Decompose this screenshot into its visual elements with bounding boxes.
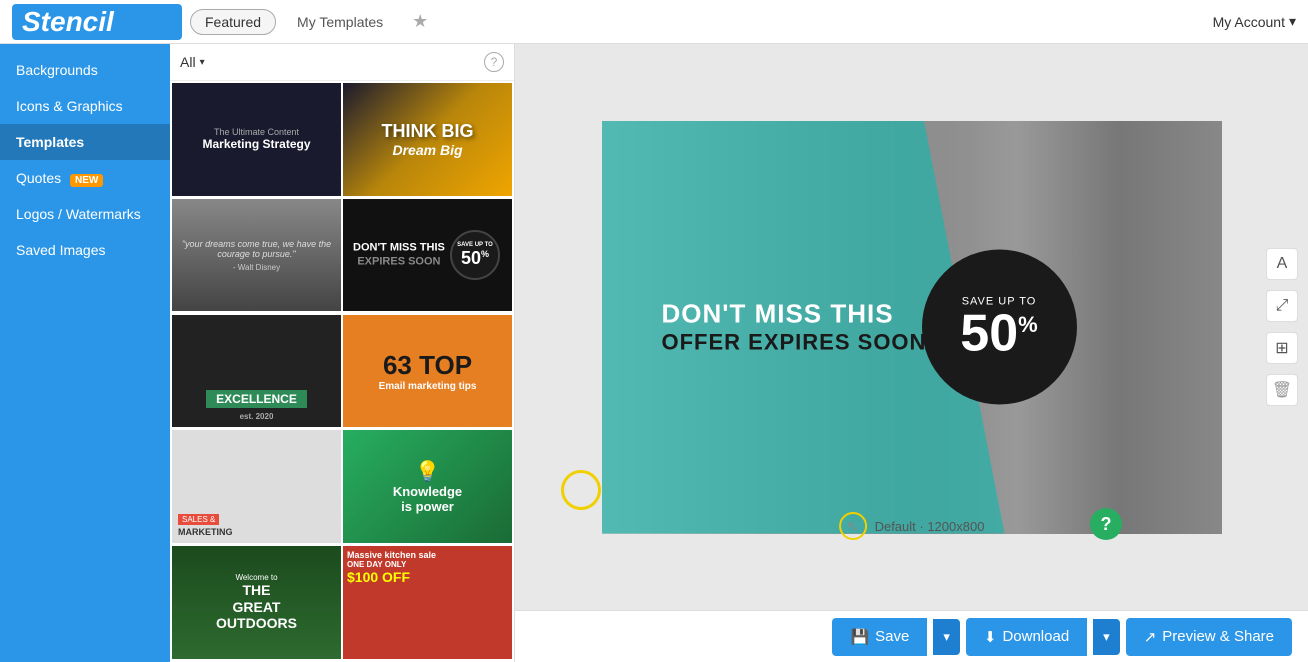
template-thumb-10[interactable]: Massive kitchen sale ONE DAY ONLY $100 O… [343, 546, 512, 659]
template-thumb-2[interactable]: THINK BIG Dream Big [343, 83, 512, 196]
download-icon: ⬇ [984, 628, 997, 646]
right-toolbar: A ⤢ ⊞ 🗑 [1266, 248, 1298, 406]
canvas-size-label: Default · 1200x800 [875, 519, 985, 534]
help-bubble[interactable]: ? [1090, 508, 1122, 540]
save-icon: 💾 [850, 628, 869, 646]
download-label: Download [1002, 628, 1069, 645]
template-thumb-6[interactable]: 63 TOP Email marketing tips [343, 315, 512, 428]
sidebar-item-saved-images[interactable]: Saved Images [0, 232, 170, 268]
save-label: Save [875, 628, 909, 645]
canvas-preview: DON'T MISS THIS OFFER EXPIRES SOON SAVE … [602, 121, 1222, 534]
template-grid: The Ultimate Content Marketing Strategy … [170, 81, 514, 662]
grid-tool-button[interactable]: ⊞ [1266, 332, 1298, 364]
sidebar-item-backgrounds[interactable]: Backgrounds [0, 52, 170, 88]
quotes-label: Quotes [16, 170, 61, 186]
canvas-text-line2: OFFER EXPIRES SOON [662, 330, 927, 356]
star-icon[interactable]: ★ [412, 11, 428, 32]
save-dropdown-button[interactable]: ▾ [933, 619, 960, 655]
canvas-text-line1: DON'T MISS THIS [662, 299, 927, 330]
template-thumb-7[interactable]: SALES & MARKETING [172, 430, 341, 543]
sidebar-item-templates[interactable]: Templates [0, 124, 170, 160]
download-button[interactable]: ⬇ Download [966, 618, 1087, 656]
panel-help-icon[interactable]: ? [484, 52, 504, 72]
main-layout: Backgrounds Icons & Graphics Templates Q… [0, 44, 1308, 662]
canvas-container[interactable]: DON'T MISS THIS OFFER EXPIRES SOON SAVE … [515, 44, 1308, 610]
sidebar-item-logos-watermarks[interactable]: Logos / Watermarks [0, 196, 170, 232]
sidebar-item-quotes[interactable]: Quotes NEW [0, 160, 170, 196]
canvas-info-label: ↖ Default · 1200x800 [839, 512, 985, 540]
filter-label: All [180, 54, 196, 70]
template-panel: All ▾ ? The Ultimate Content Marketing S… [170, 44, 515, 662]
save-button[interactable]: 💾 Save [832, 618, 927, 656]
filter-chevron-icon: ▾ [200, 57, 205, 68]
sidebar: Backgrounds Icons & Graphics Templates Q… [0, 44, 170, 662]
bottom-toolbar: 💾 Save ▾ ⬇ Download ▾ ↗ Preview & Share [515, 610, 1308, 662]
new-badge: NEW [70, 174, 103, 187]
my-account-label: My Account [1213, 14, 1285, 30]
my-account[interactable]: My Account ▾ [1213, 13, 1296, 30]
template-thumb-1[interactable]: The Ultimate Content Marketing Strategy [172, 83, 341, 196]
template-thumb-5[interactable]: EXCELLENCE est. 2020 [172, 315, 341, 428]
panel-filter-bar: All ▾ ? [170, 44, 514, 81]
top-bar: Stencil Featured My Templates ★ My Accou… [0, 0, 1308, 44]
chevron-down-icon: ▾ [1289, 13, 1296, 30]
tab-featured[interactable]: Featured [190, 9, 276, 35]
delete-tool-button[interactable]: 🗑 [1266, 374, 1298, 406]
preview-label: Preview & Share [1162, 628, 1274, 645]
preview-icon: ↗ [1144, 628, 1157, 646]
top-tabs: Featured My Templates ★ [190, 9, 1213, 35]
cursor-indicator [561, 470, 601, 510]
download-dropdown-button[interactable]: ▾ [1093, 619, 1120, 655]
filter-select[interactable]: All ▾ [180, 54, 205, 70]
canvas-main-text: DON'T MISS THIS OFFER EXPIRES SOON [662, 299, 927, 356]
expand-tool-button[interactable]: ⤢ [1266, 290, 1298, 322]
preview-share-button[interactable]: ↗ Preview & Share [1126, 618, 1292, 656]
tab-my-templates[interactable]: My Templates [282, 9, 398, 35]
template-thumb-3[interactable]: "your dreams come true, we have the cour… [172, 199, 341, 312]
template-thumb-9[interactable]: Welcome to THEGREATOUTDOORS [172, 546, 341, 659]
sidebar-item-icons-graphics[interactable]: Icons & Graphics [0, 88, 170, 124]
template-thumb-4[interactable]: DON'T MISS THISEXPIRES SOON SAVE UP TO 5… [343, 199, 512, 312]
canvas-percent: 50% [960, 307, 1037, 359]
text-tool-button[interactable]: A [1266, 248, 1298, 280]
cursor-icon: ↖ [839, 512, 867, 540]
canvas-circle-badge: SAVE UP TO 50% [922, 250, 1077, 405]
app-logo: Stencil [12, 4, 182, 40]
canvas-area: DON'T MISS THIS OFFER EXPIRES SOON SAVE … [515, 44, 1308, 662]
template-thumb-8[interactable]: 💡 Knowledge is power [343, 430, 512, 543]
